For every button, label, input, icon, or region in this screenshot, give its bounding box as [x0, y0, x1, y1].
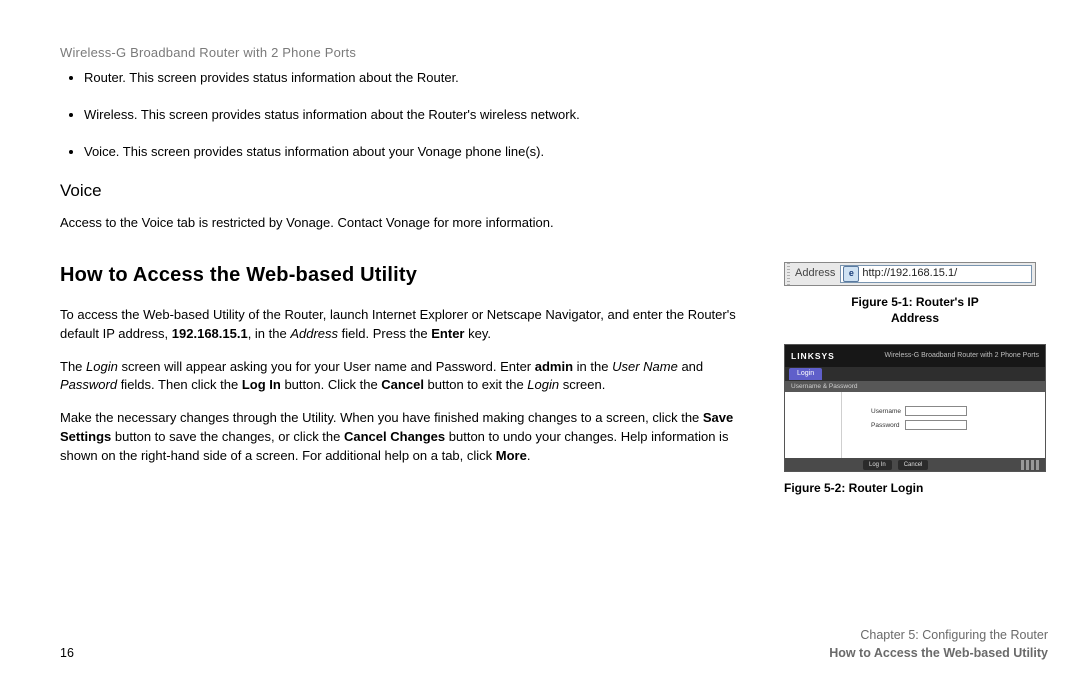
text: and	[678, 359, 703, 374]
caption-line-2: Address	[891, 311, 939, 325]
bullet-router: Router. This screen provides status info…	[84, 69, 1048, 88]
text: button to save the changes, or click the	[111, 429, 344, 444]
login-screen-ref: Login	[527, 377, 559, 392]
footer-chapter: Chapter 5: Configuring the Router	[829, 626, 1048, 644]
cancel-changes-ref: Cancel Changes	[344, 429, 445, 444]
login-footer-bar: Log In Cancel	[785, 458, 1045, 471]
text: , in the	[248, 326, 291, 341]
ie-address-bar: Address e http://192.168.15.1/	[784, 262, 1036, 286]
text: screen.	[559, 377, 605, 392]
figure-5-1: Address e http://192.168.15.1/ Figure 5-…	[784, 262, 1046, 326]
text: fields. Then click the	[117, 377, 242, 392]
login-header-bar: LINKSYS Wireless-G Broadband Router with…	[785, 345, 1045, 367]
address-field-ref: Address	[290, 326, 338, 341]
text: Make the necessary changes through the U…	[60, 410, 703, 425]
text: .	[527, 448, 531, 463]
admin-literal: admin	[535, 359, 573, 374]
password-field-ref: Password	[60, 377, 117, 392]
footer-right: Chapter 5: Configuring the Router How to…	[829, 626, 1048, 662]
login-tab-bar: Login	[785, 367, 1045, 381]
access-para-2: The Login screen will appear asking you …	[60, 358, 750, 396]
username-field-ref: User Name	[612, 359, 678, 374]
caption-line-1: Figure 5-1: Router's IP	[851, 295, 979, 309]
linksys-logo: LINKSYS	[791, 350, 835, 362]
text: field. Press the	[338, 326, 431, 341]
password-label: Password	[871, 421, 905, 430]
access-para-3: Make the necessary changes through the U…	[60, 409, 750, 466]
figure-5-1-caption: Figure 5-1: Router's IP Address	[784, 294, 1046, 326]
address-label: Address	[793, 266, 837, 282]
figure-5-2: LINKSYS Wireless-G Broadband Router with…	[784, 344, 1046, 496]
page-footer: 16 Chapter 5: Configuring the Router How…	[60, 626, 1048, 662]
figure-column: Address e http://192.168.15.1/ Figure 5-…	[784, 262, 1046, 497]
login-tab[interactable]: Login	[789, 368, 822, 380]
text: key.	[464, 326, 491, 341]
manual-page: Wireless-G Broadband Router with 2 Phone…	[0, 0, 1080, 698]
product-name: Wireless-G Broadband Router with 2 Phone…	[885, 351, 1039, 361]
more-link-ref: More	[496, 448, 527, 463]
page-number: 16	[60, 644, 74, 662]
figure-5-2-caption: Figure 5-2: Router Login	[784, 480, 1046, 496]
access-para-1: To access the Web-based Utility of the R…	[60, 306, 750, 344]
text: The	[60, 359, 86, 374]
cisco-logo-icon	[1021, 460, 1041, 470]
login-sub-bar: Username & Password	[785, 381, 1045, 392]
login-button[interactable]: Log In	[863, 460, 892, 471]
login-screen-ref: Login	[86, 359, 118, 374]
password-input[interactable]	[905, 420, 967, 430]
voice-heading: Voice	[60, 179, 1048, 204]
username-input[interactable]	[905, 406, 967, 416]
cancel-button-ref: Cancel	[381, 377, 424, 392]
toolbar-grip-icon	[787, 263, 790, 285]
login-fields: Username Password	[871, 406, 967, 434]
login-button-ref: Log In	[242, 377, 281, 392]
cancel-button[interactable]: Cancel	[898, 460, 929, 471]
text: button. Click the	[281, 377, 381, 392]
sidebar-divider	[841, 392, 842, 458]
bullet-wireless: Wireless. This screen provides status in…	[84, 106, 1048, 125]
login-body: Username Password	[785, 392, 1045, 458]
address-url: http://192.168.15.1/	[862, 266, 957, 282]
enter-key-ref: Enter	[431, 326, 464, 341]
router-login-screenshot: LINKSYS Wireless-G Broadband Router with…	[784, 344, 1046, 472]
address-input[interactable]: e http://192.168.15.1/	[840, 265, 1032, 283]
voice-text: Access to the Voice tab is restricted by…	[60, 214, 750, 233]
ip-address: 192.168.15.1	[172, 326, 248, 341]
footer-section: How to Access the Web-based Utility	[829, 644, 1048, 662]
username-label: Username	[871, 407, 905, 416]
bullet-voice: Voice. This screen provides status infor…	[84, 143, 1048, 162]
status-bullet-list: Router. This screen provides status info…	[60, 69, 1048, 162]
doc-header: Wireless-G Broadband Router with 2 Phone…	[60, 44, 1048, 63]
text: screen will appear asking you for your U…	[118, 359, 535, 374]
text: in the	[573, 359, 612, 374]
text: button to exit the	[424, 377, 527, 392]
ie-page-icon: e	[843, 266, 859, 282]
